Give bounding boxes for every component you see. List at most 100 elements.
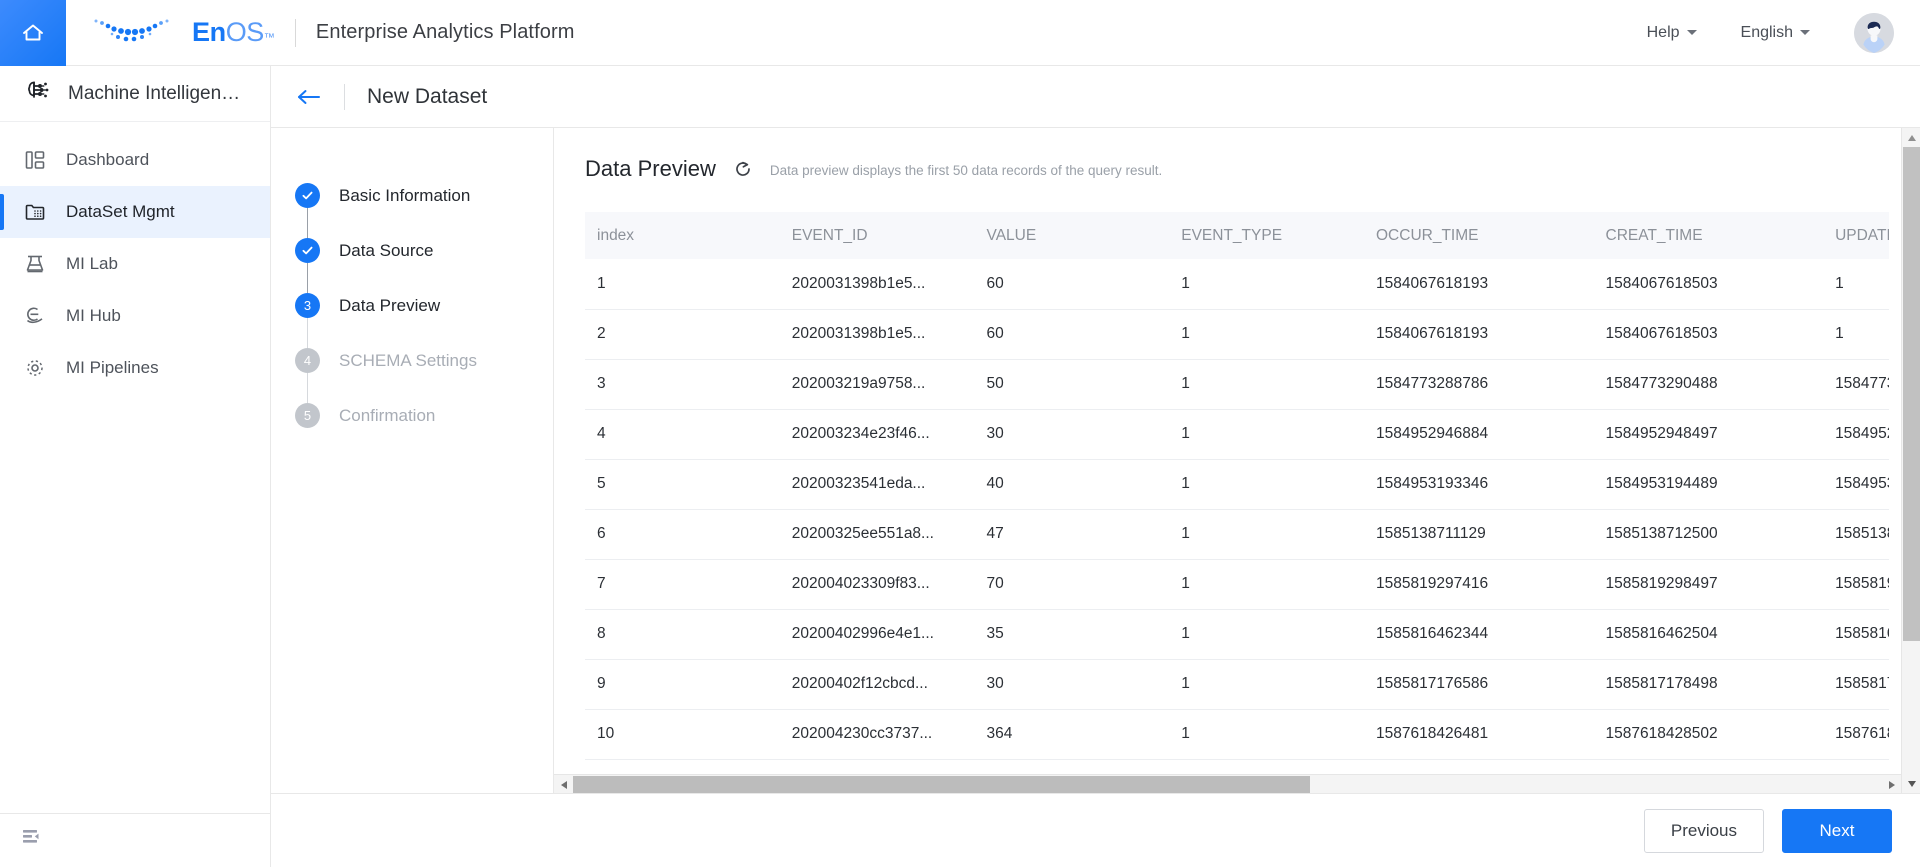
data-preview-table-container: index EVENT_ID VALUE EVENT_TYPE OCCUR_TI…: [585, 212, 1889, 793]
cell-index: 4: [585, 409, 780, 460]
scroll-down-arrow-icon[interactable]: [1902, 774, 1920, 793]
brand[interactable]: En OS ™: [88, 12, 275, 53]
horizontal-scrollbar[interactable]: [554, 774, 1901, 793]
flask-icon: [22, 253, 48, 275]
refresh-icon[interactable]: [733, 159, 753, 179]
cell-event-type: 1: [1169, 259, 1364, 310]
page-container: New Dataset Basic Information Data Sourc…: [271, 66, 1920, 867]
table-row[interactable]: 10 202004230cc3737... 364 1 158761842648…: [585, 709, 1889, 760]
sidebar-item-mi-hub[interactable]: MI Hub: [0, 290, 270, 342]
cell-index: 2: [585, 309, 780, 360]
cell-creat-time: 1585816462504: [1593, 609, 1824, 660]
table-body: 1 2020031398b1e5... 60 1 1584067618193 1…: [585, 259, 1889, 760]
step-connector: [307, 263, 308, 293]
cell-update-time: 1584773: [1823, 359, 1889, 410]
home-button[interactable]: [0, 0, 66, 66]
previous-button[interactable]: Previous: [1643, 808, 1764, 853]
cell-index: 8: [585, 609, 780, 660]
cell-occur-time: 1584067618193: [1364, 309, 1594, 360]
table-row[interactable]: 9 20200402f12cbcd... 30 1 1585817176586 …: [585, 659, 1889, 710]
cell-event-type: 1: [1169, 709, 1364, 760]
vertical-scrollbar-thumb[interactable]: [1903, 147, 1920, 641]
pipeline-gear-icon: [22, 357, 48, 379]
step-status-check-icon: [295, 183, 320, 208]
table-row[interactable]: 7 202004023309f83... 70 1 1585819297416 …: [585, 559, 1889, 610]
cell-event-type: 1: [1169, 609, 1364, 660]
sidebar-item-label: Dashboard: [66, 150, 150, 169]
cell-update-time: 1585816: [1823, 609, 1889, 660]
column-header-value[interactable]: VALUE: [974, 212, 1170, 259]
column-header-creat-time[interactable]: CREAT_TIME: [1593, 212, 1824, 259]
cell-value: 30: [974, 409, 1170, 460]
cell-event-type: 1: [1169, 409, 1364, 460]
dashboard-icon: [22, 149, 48, 171]
cell-value: 70: [974, 559, 1170, 610]
cell-occur-time: 1585816462344: [1364, 609, 1594, 660]
top-bar-right: Help English: [1625, 12, 1920, 53]
table-row[interactable]: 8 20200402996e4e1... 35 1 1585816462344 …: [585, 609, 1889, 660]
cell-event-type: 1: [1169, 509, 1364, 560]
enos-swoosh-logo-icon: [88, 12, 182, 53]
table-row[interactable]: 1 2020031398b1e5... 60 1 1584067618193 1…: [585, 259, 1889, 310]
horizontal-scrollbar-thumb[interactable]: [573, 776, 1310, 793]
language-menu[interactable]: English: [1719, 24, 1832, 42]
step-schema-settings[interactable]: 4 SCHEMA Settings: [271, 348, 553, 403]
scroll-left-arrow-icon[interactable]: [554, 775, 573, 793]
cell-creat-time: 1584067618503: [1593, 309, 1824, 360]
cell-occur-time: 1587618426481: [1364, 709, 1594, 760]
cell-event-type: 1: [1169, 359, 1364, 410]
wizard-footer: Previous Next: [271, 793, 1920, 867]
cell-event-id: 20200402f12cbcd...: [779, 659, 975, 710]
cell-creat-time: 1584067618503: [1593, 259, 1824, 310]
table-row[interactable]: 5 20200323541eda... 40 1 1584953193346 1…: [585, 459, 1889, 510]
column-header-index[interactable]: index: [585, 212, 780, 259]
cell-creat-time: 1584773290488: [1593, 359, 1824, 410]
back-arrow-icon[interactable]: [296, 87, 322, 107]
data-preview-table: index EVENT_ID VALUE EVENT_TYPE OCCUR_TI…: [585, 212, 1889, 760]
cell-value: 40: [974, 459, 1170, 510]
step-data-source[interactable]: Data Source: [271, 238, 553, 293]
cell-creat-time: 1585138712500: [1593, 509, 1824, 560]
collapse-sidebar-icon[interactable]: [22, 829, 44, 852]
step-basic-information[interactable]: Basic Information: [271, 183, 553, 238]
table-row[interactable]: 6 20200325ee551a8... 47 1 1585138711129 …: [585, 509, 1889, 560]
cell-event-id: 202004023309f83...: [779, 559, 975, 610]
column-header-occur-time[interactable]: OCCUR_TIME: [1364, 212, 1594, 259]
table-row[interactable]: 3 202003219a9758... 50 1 1584773288786 1…: [585, 359, 1889, 410]
avatar[interactable]: [1854, 12, 1894, 53]
step-label: Data Preview: [339, 296, 441, 315]
cell-index: 10: [585, 709, 780, 760]
column-header-update-time[interactable]: UPDATE_: [1823, 212, 1889, 259]
column-header-event-type[interactable]: EVENT_TYPE: [1169, 212, 1364, 259]
cell-index: 6: [585, 509, 780, 560]
scroll-up-arrow-icon[interactable]: [1902, 128, 1920, 147]
sidebar-product-header[interactable]: Machine Intelligen…: [0, 66, 270, 122]
cell-event-type: 1: [1169, 459, 1364, 510]
vertical-scrollbar[interactable]: [1901, 128, 1920, 793]
step-data-preview[interactable]: 3 Data Preview: [271, 293, 553, 348]
cell-occur-time: 1584953193346: [1364, 459, 1594, 510]
cell-occur-time: 1585819297416: [1364, 559, 1594, 610]
cell-index: 1: [585, 259, 780, 310]
next-button[interactable]: Next: [1782, 808, 1892, 853]
cell-occur-time: 1584773288786: [1364, 359, 1594, 410]
help-menu[interactable]: Help: [1625, 24, 1719, 42]
column-header-event-id[interactable]: EVENT_ID: [779, 212, 975, 259]
scroll-right-arrow-icon[interactable]: [1882, 775, 1901, 793]
cell-index: 5: [585, 459, 780, 510]
step-confirmation[interactable]: 5 Confirmation: [271, 403, 553, 458]
sidebar-product-name: Machine Intelligen…: [68, 82, 241, 104]
step-label: Data Source: [339, 241, 434, 260]
cell-value: 60: [974, 259, 1170, 310]
sidebar-item-mi-lab[interactable]: MI Lab: [0, 238, 270, 290]
cell-event-id: 20200402996e4e1...: [779, 609, 975, 660]
cell-event-id: 20200323541eda...: [779, 459, 975, 510]
cell-event-type: 1: [1169, 309, 1364, 360]
table-row[interactable]: 4 202003234e23f46... 30 1 1584952946884 …: [585, 409, 1889, 460]
sidebar-item-dashboard[interactable]: Dashboard: [0, 134, 270, 186]
sidebar-item-dataset-mgmt[interactable]: DataSet Mgmt: [0, 186, 270, 238]
page-header-divider: [344, 83, 345, 110]
sidebar-item-mi-pipelines[interactable]: MI Pipelines: [0, 342, 270, 394]
sidebar: Machine Intelligen… Dashboard DataSet Mg…: [0, 66, 271, 867]
table-row[interactable]: 2 2020031398b1e5... 60 1 1584067618193 1…: [585, 309, 1889, 360]
